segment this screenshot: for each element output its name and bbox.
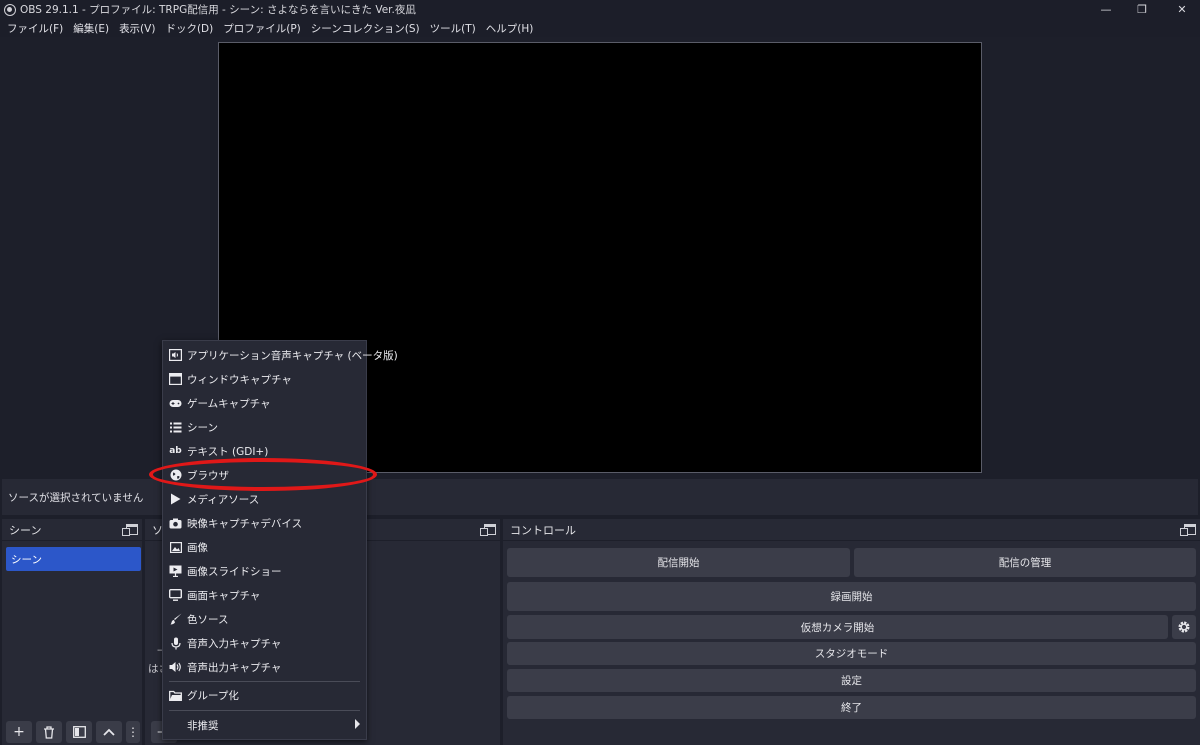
add-scene-button[interactable]: + [6,721,32,743]
add-source-context-menu: アプリケーション音声キャプチャ (ベータ版) ウィンドウキャプチャ ゲームキャプ… [162,340,398,740]
undock-icon[interactable] [1180,524,1196,536]
menu-item-image-slideshow[interactable]: 画像スライドショー [163,560,366,582]
menu-profile[interactable]: プロファイル(P) [218,21,306,36]
scenes-dock: シーン シーン + ⋮ [2,519,142,745]
move-scene-up-button[interactable] [96,721,122,743]
image-icon [169,541,182,554]
menu-item-label: シーン [187,421,218,434]
menu-item-group[interactable]: グループ化 [163,684,366,706]
scene-item-label: シーン [11,553,42,566]
menu-separator [169,710,360,711]
menu-item-audio-input-capture[interactable]: 音声入力キャプチャ [163,632,366,654]
window-title: OBS 29.1.1 - プロファイル: TRPG配信用 - シーン: さよなら… [20,4,416,16]
globe-icon [169,469,182,482]
menu-item-text-gdi[interactable]: ab テキスト (GDI+) [163,440,366,462]
filter-icon [72,726,86,738]
speaker-icon [169,661,182,674]
menu-item-image[interactable]: 画像 [163,536,366,558]
menu-item-deprecated[interactable]: 非推奨 [163,714,366,736]
menu-item-game-capture[interactable]: ゲームキャプチャ [163,392,366,414]
chevron-up-icon [103,728,115,736]
start-recording-button[interactable]: 録画開始 [507,582,1196,611]
speaker-icon [169,349,182,362]
menu-docks[interactable]: ドック(D) [160,21,218,36]
menu-item-label: 画像スライドショー [187,565,282,578]
menu-edit[interactable]: 編集(E) [68,21,114,36]
scene-filters-button[interactable] [66,721,92,743]
gear-icon [1178,621,1190,633]
scenes-dock-title: シーン [9,523,42,537]
controls-dock-title: コントロール [510,523,576,537]
menu-tools[interactable]: ツール(T) [425,21,481,36]
camera-icon [169,517,182,530]
undock-icon[interactable] [480,524,496,536]
menu-separator [169,681,360,682]
menu-item-browser[interactable]: ブラウザ [163,464,366,486]
menu-item-label: 映像キャプチャデバイス [187,517,303,530]
menu-item-label: ウィンドウキャプチャ [187,373,292,386]
window-icon [169,373,182,386]
start-virtual-camera-button[interactable]: 仮想カメラ開始 [507,615,1168,639]
brush-icon [169,613,182,626]
monitor-icon [169,589,182,602]
undock-icon[interactable] [122,524,138,536]
settings-button[interactable]: 設定 [507,669,1196,692]
scenes-dock-header: シーン [2,519,142,541]
menu-item-label: テキスト (GDI+) [187,445,269,458]
gamepad-icon [169,397,182,410]
no-source-selected-text: ソースが選択されていません [8,491,144,504]
menu-view[interactable]: 表示(V) [114,21,160,36]
menu-item-label: 色ソース [187,613,229,626]
trash-icon [44,725,54,739]
menu-item-label: 音声出力キャプチャ [187,661,282,674]
menu-item-label: アプリケーション音声キャプチャ (ベータ版) [187,349,398,362]
title-bar: OBS 29.1.1 - プロファイル: TRPG配信用 - シーン: さよなら… [0,0,1200,19]
menu-item-scene[interactable]: シーン [163,416,366,438]
play-icon [169,493,182,506]
menu-item-label: 音声入力キャプチャ [187,637,282,650]
minimize-button[interactable]: — [1088,0,1124,19]
controls-dock-header: コントロール [503,519,1200,541]
menu-item-label: ブラウザ [187,469,229,482]
submenu-arrow-icon [355,719,360,729]
virtual-camera-settings-button[interactable] [1172,615,1196,639]
slideshow-icon [169,565,182,578]
menu-item-label: グループ化 [187,689,239,702]
menu-item-display-capture[interactable]: 画面キャプチャ [163,584,366,606]
menu-item-label: メディアソース [187,493,260,506]
scenes-toolbar: + ⋮ [2,719,142,745]
menu-item-window-capture[interactable]: ウィンドウキャプチャ [163,368,366,390]
menu-help[interactable]: ヘルプ(H) [481,21,539,36]
scene-more-button[interactable]: ⋮ [126,721,140,743]
menu-bar: ファイル(F) 編集(E) 表示(V) ドック(D) プロファイル(P) シーン… [0,19,1200,37]
menu-item-label: ゲームキャプチャ [187,397,271,410]
restore-button[interactable]: ❐ [1124,0,1160,19]
menu-item-video-capture-device[interactable]: 映像キャプチャデバイス [163,512,366,534]
scene-list-item[interactable]: シーン [6,547,141,571]
exit-button[interactable]: 終了 [507,696,1196,719]
menu-item-application-audio-capture[interactable]: アプリケーション音声キャプチャ (ベータ版) [163,344,398,366]
menu-item-label: 非推奨 [187,719,219,732]
menu-file[interactable]: ファイル(F) [2,21,68,36]
folder-icon [169,689,182,702]
menu-item-label: 画面キャプチャ [187,589,261,602]
menu-item-label: 画像 [187,541,208,554]
list-icon [169,421,182,434]
close-button[interactable]: ✕ [1164,0,1200,19]
menu-item-color-source[interactable]: 色ソース [163,608,366,630]
manage-broadcast-button[interactable]: 配信の管理 [854,548,1196,577]
menu-item-audio-output-capture[interactable]: 音声出力キャプチャ [163,656,366,678]
text-icon: ab [169,446,182,456]
studio-mode-button[interactable]: スタジオモード [507,642,1196,665]
start-streaming-button[interactable]: 配信開始 [507,548,850,577]
menu-scene-collection[interactable]: シーンコレクション(S) [306,21,425,36]
obs-logo-icon [4,3,16,16]
microphone-icon [169,637,182,650]
remove-scene-button[interactable] [36,721,62,743]
menu-item-media-source[interactable]: メディアソース [163,488,366,510]
